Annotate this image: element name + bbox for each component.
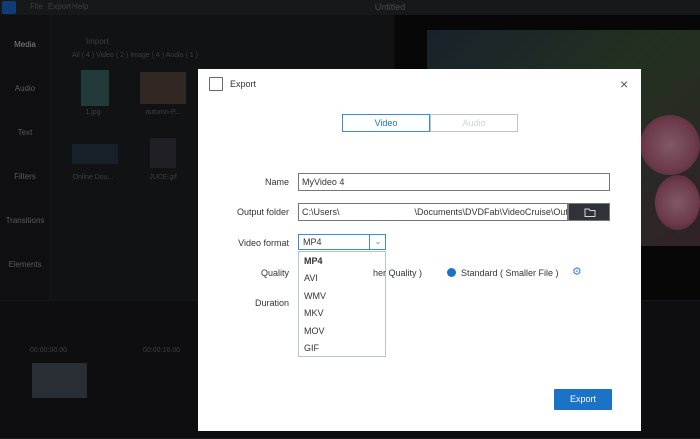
output-folder-input[interactable]: C:\Users\ \Documents\DVDFab\VideoCruise\… <box>298 203 568 221</box>
format-option-wmv[interactable]: WMV <box>304 291 326 301</box>
tab-audio[interactable]: Audio <box>430 114 518 132</box>
format-option-avi[interactable]: AVI <box>304 273 318 283</box>
video-format-label: Video format <box>238 238 289 248</box>
output-folder-label: Output folder <box>236 207 289 217</box>
duration-label: Duration <box>254 298 289 308</box>
format-dropdown <box>298 251 386 357</box>
video-format-value: MP4 <box>303 237 322 247</box>
format-option-mp4[interactable]: MP4 <box>304 256 323 266</box>
tab-video[interactable]: Video <box>342 114 430 132</box>
name-input[interactable]: MyVideo 4 <box>298 173 610 191</box>
gear-icon[interactable]: ⚙ <box>572 265 582 278</box>
browse-folder-button[interactable] <box>568 203 610 221</box>
quality-higher-option-text[interactable]: her Quality ) <box>373 268 422 278</box>
quality-label: Quality <box>260 268 289 278</box>
export-icon <box>209 77 223 91</box>
quality-standard-label[interactable]: Standard ( Smaller File ) <box>461 268 559 278</box>
format-option-gif[interactable]: GIF <box>304 343 319 353</box>
folder-icon <box>584 208 596 217</box>
name-label: Name <box>264 177 289 187</box>
export-button[interactable]: Export <box>554 389 612 410</box>
format-option-mov[interactable]: MOV <box>304 326 325 336</box>
chevron-down-icon[interactable]: ⌄ <box>369 235 386 249</box>
dialog-title: Export <box>230 79 257 89</box>
close-icon[interactable]: × <box>620 76 628 92</box>
quality-standard-radio[interactable] <box>447 268 456 277</box>
format-option-mkv[interactable]: MKV <box>304 308 324 318</box>
